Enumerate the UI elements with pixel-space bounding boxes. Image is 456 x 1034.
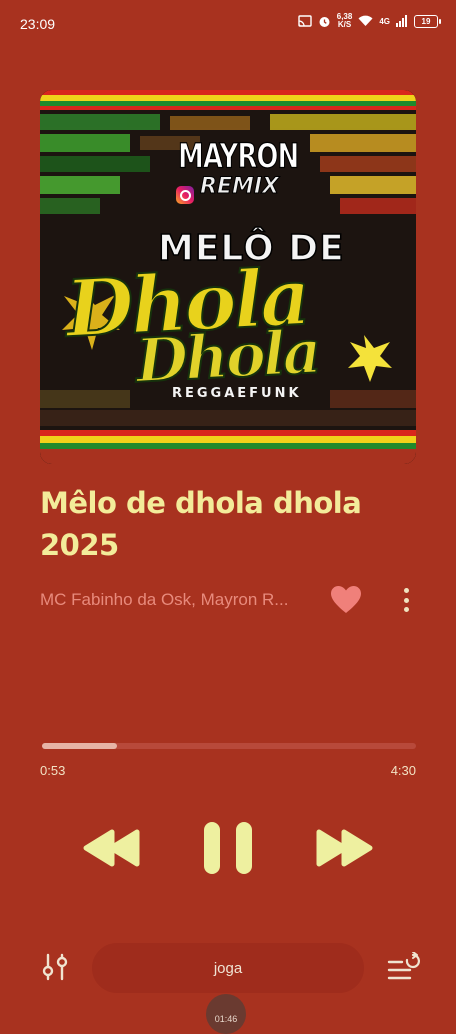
network-type: 4G	[379, 16, 390, 26]
like-button[interactable]	[330, 585, 362, 615]
next-icon	[316, 829, 373, 867]
previous-button[interactable]	[82, 828, 142, 868]
status-time: 23:09	[20, 16, 56, 32]
queue-button[interactable]	[386, 951, 420, 982]
queue-icon	[387, 951, 420, 980]
more-vert-icon	[403, 588, 409, 593]
alarm-icon	[319, 16, 330, 27]
progress-fill	[42, 743, 117, 749]
heart-icon	[331, 586, 361, 613]
time-total: 4:30	[390, 763, 416, 778]
battery-level: 19	[421, 16, 431, 26]
mini-timer: 01:46	[206, 994, 246, 1034]
track-title: Mêlo de dhola dhola 2025	[40, 486, 362, 562]
net-speed: 6,38 K/S	[337, 13, 353, 29]
battery-icon: 19	[414, 14, 441, 28]
pause-button[interactable]	[200, 820, 256, 876]
cover-brand-sub: REMIX	[199, 174, 280, 200]
mini-timer-time: 01:46	[214, 1014, 238, 1024]
cover-title-line3: Dhola	[133, 316, 321, 397]
pause-icon	[204, 822, 252, 874]
signal-icon	[396, 15, 407, 27]
more-options-button[interactable]	[396, 586, 416, 614]
status-icons: 6,38 K/S 4G 19	[298, 13, 441, 29]
next-button[interactable]	[314, 828, 374, 868]
previous-icon	[83, 829, 140, 867]
cover-genre: REGGAEFUNK	[172, 386, 302, 401]
wifi-icon	[358, 15, 373, 26]
lyrics-label: joga	[213, 959, 243, 977]
instagram-icon	[176, 186, 194, 204]
equalizer-button[interactable]	[40, 952, 70, 982]
equalizer-icon	[42, 953, 68, 981]
album-cover: MAYRON REMIX MELÔ DE Dhola Dhola REGGAEF…	[40, 90, 416, 464]
progress-bar[interactable]	[42, 743, 416, 749]
cast-icon	[298, 15, 312, 27]
status-bar: 23:09 6,38 K/S 4G 19	[0, 0, 456, 46]
lyrics-button[interactable]: joga	[92, 943, 364, 993]
time-elapsed: 0:53	[40, 763, 66, 778]
net-speed-unit: K/S	[337, 20, 352, 29]
cover-brand: MAYRON	[177, 137, 299, 177]
track-artist[interactable]: MC Fabinho da Osk, Mayron R...	[40, 590, 310, 610]
